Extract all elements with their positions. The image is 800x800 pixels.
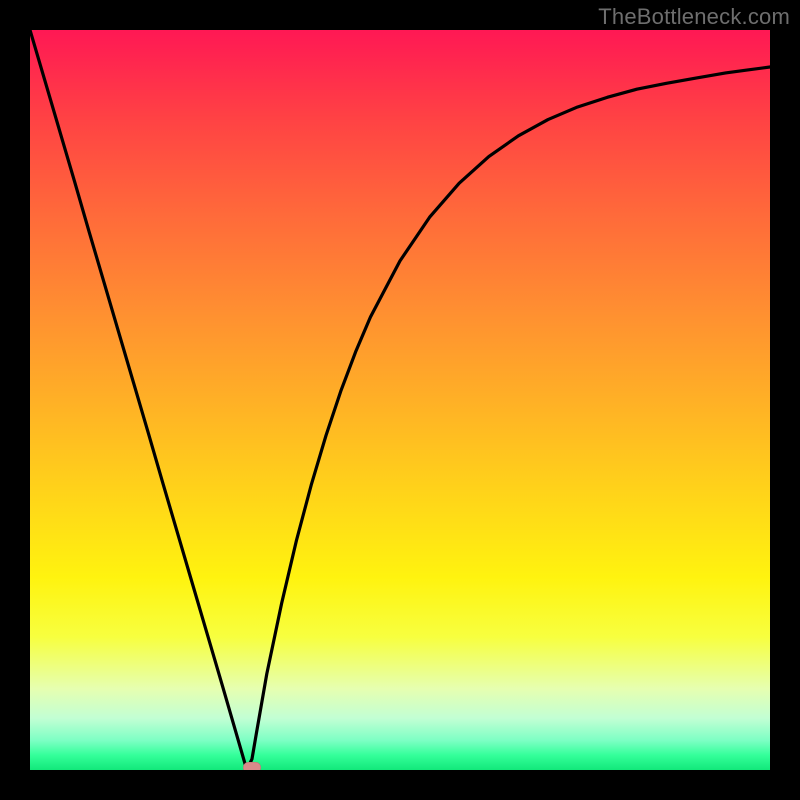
outer-frame: TheBottleneck.com: [0, 0, 800, 800]
watermark-text: TheBottleneck.com: [598, 4, 790, 30]
optimum-marker: [243, 762, 261, 770]
plot-area: [30, 30, 770, 770]
bottleneck-curve: [30, 30, 770, 770]
curve-path: [30, 30, 770, 770]
